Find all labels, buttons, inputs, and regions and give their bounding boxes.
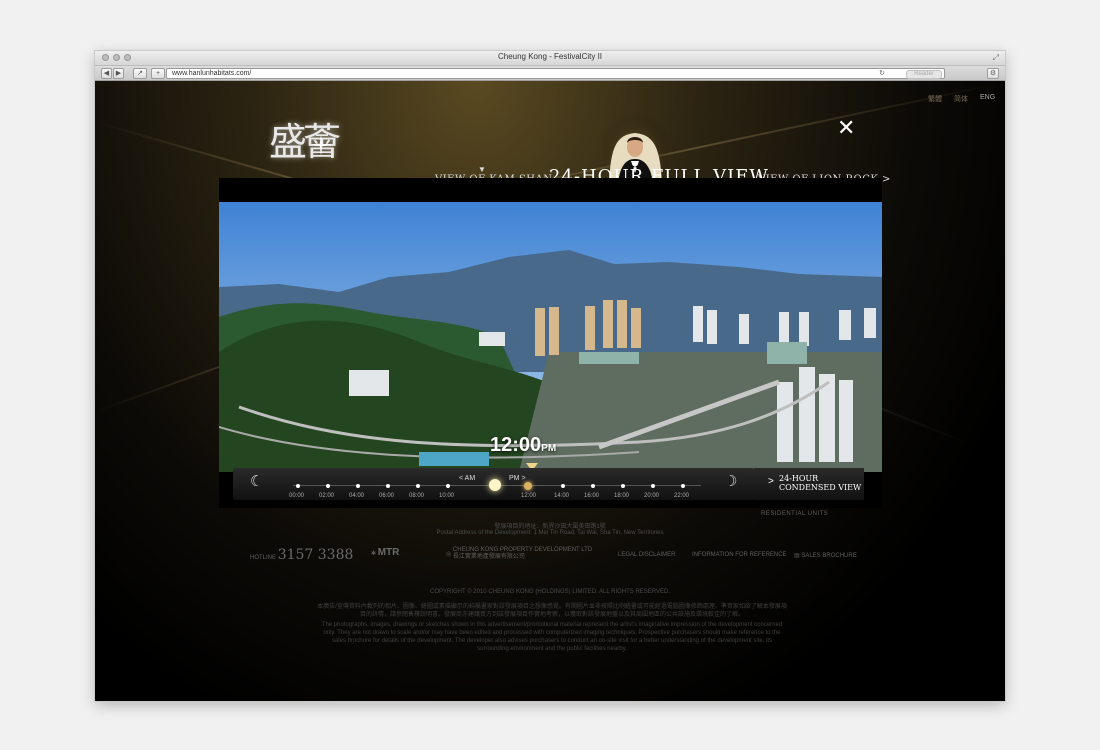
hour-label: 10:00 bbox=[439, 493, 455, 499]
am-toggle[interactable]: < AM bbox=[459, 475, 475, 482]
sales-brochure-label: SALES BROCHURE bbox=[801, 553, 857, 559]
hour-label: 14:00 bbox=[554, 493, 570, 499]
condensed-line-1: 24-HOUR bbox=[779, 474, 819, 483]
moon-icon: ☾ bbox=[250, 473, 264, 490]
lang-tc-link[interactable]: 繁體 bbox=[928, 94, 942, 104]
hour-label: 18:00 bbox=[614, 493, 630, 499]
hour-label: 06:00 bbox=[379, 493, 395, 499]
developer-icon: ◎ bbox=[446, 551, 452, 558]
disclaimer-en: The photographs, images, drawings or ske… bbox=[321, 622, 783, 652]
fullscreen-icon[interactable]: ⤢ bbox=[993, 53, 999, 63]
address-en: Postal Address of the Development: 1 Mei… bbox=[436, 530, 664, 536]
chevron-right-icon: > bbox=[882, 174, 891, 185]
hour-label: 16:00 bbox=[584, 493, 600, 499]
mtr-label: MTR bbox=[377, 547, 400, 558]
browser-window: Cheung Kong - FestivalCity II ⤢ ◀ ▶ ↗ + … bbox=[95, 51, 1005, 701]
current-time-readout: 12:00PM bbox=[490, 434, 556, 457]
current-time-value: 12:00 bbox=[490, 434, 542, 456]
url-text[interactable]: www.hanlunhabitats.com/ bbox=[172, 69, 251, 78]
sales-brochure-link[interactable]: ▤ SALES BROCHURE bbox=[794, 552, 857, 559]
hotline-number[interactable]: 3157 3388 bbox=[278, 547, 354, 563]
brochure-icon: ▤ bbox=[794, 553, 800, 559]
reader-button[interactable]: Reader bbox=[906, 70, 942, 79]
address-bar[interactable]: www.hanlunhabitats.com/ ↻ Reader bbox=[166, 68, 945, 79]
hour-stop-0200[interactable] bbox=[326, 484, 330, 488]
web-page: 繁體 简体 ENG 盛薈 ✕ ▼ VIEW OF KAM SHAN bbox=[95, 81, 1005, 701]
hour-stop-1400[interactable] bbox=[561, 484, 565, 488]
active-view-indicator: ▼ bbox=[478, 165, 486, 174]
hour-stop-2200[interactable] bbox=[681, 484, 685, 488]
condensed-line-2: CONDENSED VIEW bbox=[779, 483, 862, 492]
share-button[interactable]: ↗ bbox=[133, 68, 147, 79]
hour-label: 12:00 bbox=[521, 493, 537, 499]
copyright: COPYRIGHT © 2010 CHEUNG KONG (HOLDINGS) … bbox=[429, 589, 671, 595]
condensed-view-label: 24-HOUR CONDENSED VIEW bbox=[779, 474, 861, 492]
mtr-logo: ✱ MTR bbox=[371, 547, 399, 558]
reload-icon[interactable]: ↻ bbox=[879, 69, 885, 78]
lang-en-link[interactable]: ENG bbox=[980, 94, 995, 104]
browser-toolbar: ◀ ▶ ↗ + www.hanlunhabitats.com/ ↻ Reader… bbox=[95, 66, 1005, 81]
hotline-label: HOTLINE bbox=[250, 555, 277, 561]
window-title: Cheung Kong - FestivalCity II bbox=[497, 52, 603, 61]
hour-stop-0800[interactable] bbox=[416, 484, 420, 488]
sparkle-icon bbox=[310, 134, 332, 156]
developer-name-cn: 長江實業地產發展有限公司 bbox=[452, 554, 525, 560]
hour-stop-1200[interactable] bbox=[524, 482, 532, 490]
hour-label: 22:00 bbox=[674, 493, 690, 499]
hour-label: 02:00 bbox=[319, 493, 335, 499]
language-switcher: 繁體 简体 ENG bbox=[928, 94, 995, 104]
hour-stop-0400[interactable] bbox=[356, 484, 360, 488]
moon-icon: ☽ bbox=[724, 473, 738, 490]
residential-units-link[interactable]: RESIDENTIAL UNITS bbox=[761, 511, 828, 517]
hour-label: 04:00 bbox=[349, 493, 365, 499]
hour-stop-0600[interactable] bbox=[386, 484, 390, 488]
condensed-view-button[interactable]: > 24-HOUR CONDENSED VIEW bbox=[754, 468, 864, 500]
close-icon[interactable]: ✕ bbox=[837, 117, 855, 139]
hour-stop-2000[interactable] bbox=[651, 484, 655, 488]
hotline: HOTLINE 3157 3388 bbox=[250, 547, 353, 563]
title-bar: Cheung Kong - FestivalCity II ⤢ bbox=[95, 51, 1005, 66]
current-time-period: PM bbox=[541, 443, 557, 454]
lang-sc-link[interactable]: 简体 bbox=[954, 94, 968, 104]
hour-label: 08:00 bbox=[409, 493, 425, 499]
developer-logo: ◎ CHEUNG KONG PROPERTY DEVELOPMENT LTD 長… bbox=[446, 547, 592, 561]
add-bookmark-button[interactable]: + bbox=[151, 68, 165, 79]
hour-stop-1000[interactable] bbox=[446, 484, 450, 488]
developer-name-en: CHEUNG KONG PROPERTY DEVELOPMENT LTD bbox=[452, 547, 593, 553]
hour-stop-1600[interactable] bbox=[591, 484, 595, 488]
hour-stop-1800[interactable] bbox=[621, 484, 625, 488]
pm-toggle[interactable]: PM > bbox=[509, 475, 526, 482]
developer-names: CHEUNG KONG PROPERTY DEVELOPMENT LTD 長江實… bbox=[453, 547, 592, 561]
disclaimer-cn: 本廣告/宣傳資料內載列的相片、圖像、繪圖或素描顯示的純屬畫家對該發展項目之想像感… bbox=[317, 604, 787, 618]
address-cn: 發展項目的地址：新界沙田大圍美田路1號 bbox=[494, 524, 606, 530]
hour-stop-0000[interactable] bbox=[296, 484, 300, 488]
time-scrubber[interactable]: ☾ < AM PM > ☽ 00:00 02:00 04:00 06:00 08… bbox=[233, 468, 754, 500]
hour-label: 00:00 bbox=[289, 493, 305, 499]
legal-disclaimer-link[interactable]: LEGAL DISCLAIMER bbox=[618, 552, 675, 558]
mtr-icon: ✱ bbox=[371, 551, 377, 557]
sun-icon bbox=[489, 479, 501, 491]
panorama-photo bbox=[219, 202, 882, 472]
settings-gear-icon[interactable]: ⚙ bbox=[987, 68, 999, 79]
hour-label: 20:00 bbox=[644, 493, 660, 499]
information-for-reference-link[interactable]: INFORMATION FOR REFERENCE bbox=[692, 552, 787, 558]
forward-button[interactable]: ▶ bbox=[113, 68, 124, 79]
back-button[interactable]: ◀ bbox=[101, 68, 112, 79]
chevron-right-icon: > bbox=[768, 476, 774, 487]
